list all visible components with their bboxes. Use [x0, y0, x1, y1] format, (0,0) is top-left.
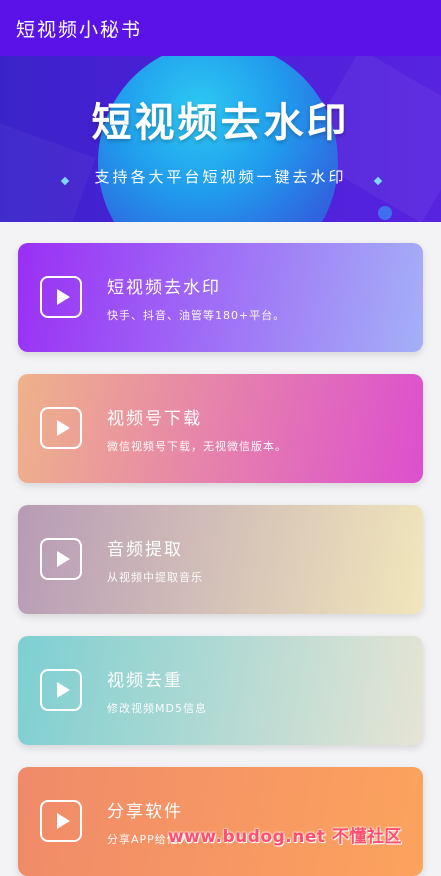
- play-icon: [40, 538, 82, 580]
- card-video-dedupe[interactable]: 视频去重 修改视频MD5信息: [18, 636, 423, 745]
- card-title: 短视频去水印: [107, 278, 221, 298]
- site-watermark: www.budog.net 不懂社区: [168, 827, 402, 847]
- card-watermark-removal[interactable]: 短视频去水印 快手、抖音、油管等180+平台。: [18, 243, 423, 352]
- card-audio-extract[interactable]: 音频提取 从视频中提取音乐: [18, 505, 423, 614]
- banner[interactable]: 短视频去水印 支持各大平台短视频一键去水印: [0, 56, 441, 222]
- dot-decoration: [378, 206, 392, 220]
- card-description: 从视频中提取音乐: [107, 571, 203, 584]
- app-bar: 短视频小秘书: [0, 0, 441, 56]
- card-title: 分享软件: [107, 802, 183, 822]
- play-icon: [40, 276, 82, 318]
- card-title: 视频号下载: [107, 409, 202, 429]
- app-title: 短视频小秘书: [16, 18, 143, 41]
- banner-title: 短视频去水印: [91, 100, 350, 146]
- play-icon: [40, 669, 82, 711]
- play-icon: [40, 800, 82, 842]
- card-title: 视频去重: [107, 671, 183, 691]
- card-channels-download[interactable]: 视频号下载 微信视频号下载，无视微信版本。: [18, 374, 423, 483]
- card-title: 音频提取: [107, 540, 183, 560]
- card-description: 快手、抖音、油管等180+平台。: [107, 309, 286, 322]
- card-description: 修改视频MD5信息: [107, 702, 207, 715]
- play-icon: [40, 407, 82, 449]
- card-description: 微信视频号下载，无视微信版本。: [107, 440, 287, 453]
